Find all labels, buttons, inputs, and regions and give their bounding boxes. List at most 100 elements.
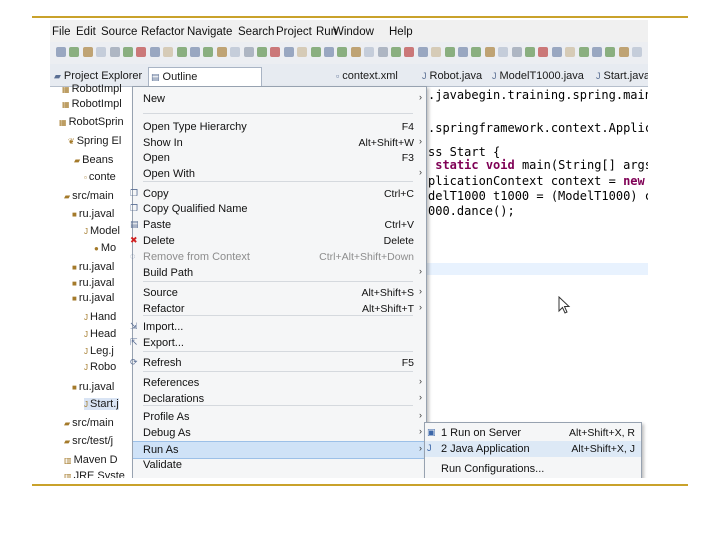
toolbar-button-icon[interactable] — [498, 47, 509, 57]
tree-item[interactable]: J Model — [84, 225, 120, 237]
toolbar-button-icon[interactable] — [431, 47, 442, 57]
toolbar-button-icon[interactable] — [511, 47, 522, 57]
tree-item[interactable]: ▰ src/main — [64, 417, 114, 429]
menu-item-refactor[interactable]: Refactor Alt+Shift+T › — [133, 301, 426, 317]
toolbar-button-icon[interactable] — [257, 47, 267, 57]
toolbar-button-icon[interactable] — [471, 47, 482, 57]
tab-outline[interactable]: ▤ Outline — [148, 67, 262, 86]
toolbar-button-icon[interactable] — [551, 47, 562, 57]
menu-project[interactable]: Project — [276, 26, 312, 38]
tree-item[interactable]: J Start.j — [84, 398, 119, 410]
toolbar-button-icon[interactable] — [109, 47, 120, 57]
menu-item-copy-qualified-name[interactable]: ❐ Copy Qualified Name — [130, 201, 426, 217]
tree-item[interactable]: J Hand — [84, 311, 116, 323]
toolbar-button-icon[interactable] — [484, 47, 495, 57]
toolbar-button-icon[interactable] — [391, 47, 401, 57]
menu-file[interactable]: File — [52, 26, 71, 38]
menu-item-profile-as[interactable]: Profile As › — [133, 409, 426, 425]
tree-item[interactable]: ▦ RobotSprin — [59, 116, 124, 128]
menu-item-open[interactable]: Open F3 — [133, 150, 426, 166]
submenu-item-1-run-on-server[interactable]: ▣ 1 Run on Server Alt+Shift+X, R — [425, 425, 641, 441]
menu-item-export[interactable]: ⇱ Export... — [130, 335, 426, 351]
tab-context-xml[interactable]: ▫ context.xml — [334, 67, 406, 85]
toolbar-button-icon[interactable] — [82, 47, 93, 57]
tree-item[interactable]: ■ ru.javal — [72, 381, 114, 393]
menu-search[interactable]: Search — [238, 26, 274, 38]
menu-edit[interactable]: Edit — [76, 26, 96, 38]
toolbar-button-icon[interactable] — [444, 47, 455, 57]
toolbar-button-icon[interactable] — [337, 47, 348, 57]
tree-item[interactable]: ▰ src/main — [64, 190, 114, 202]
menu-item-show-in[interactable]: Show In Alt+Shift+W › — [133, 135, 426, 151]
toolbar-button-icon[interactable] — [270, 47, 281, 57]
tree-item[interactable]: ▦ RobotImpl — [62, 83, 122, 95]
tree-item[interactable]: ■ ru.javal — [72, 208, 114, 220]
tree-item[interactable]: ▰ src/test/j — [64, 435, 113, 447]
menu-item-debug-as[interactable]: Debug As › — [133, 425, 426, 441]
toolbar-button-icon[interactable] — [136, 47, 147, 57]
toolbar-button-icon[interactable] — [377, 47, 388, 57]
tree-item[interactable]: ▥ Maven D — [64, 454, 118, 466]
menu-item-declarations[interactable]: Declarations › — [133, 391, 426, 407]
menu-item-new[interactable]: New › — [133, 91, 426, 107]
tree-item[interactable]: ● Mo — [94, 242, 116, 254]
tree-item[interactable]: ■ ru.javal — [72, 277, 114, 289]
toolbar-button-icon[interactable] — [525, 47, 535, 57]
menu-help[interactable]: Help — [389, 26, 413, 38]
toolbar-button-icon[interactable] — [283, 47, 294, 57]
menu-navigate[interactable]: Navigate — [187, 26, 232, 38]
toolbar-button-icon[interactable] — [605, 47, 616, 57]
menu-refactor[interactable]: Refactor — [141, 26, 184, 38]
menu-item-open-with[interactable]: Open With › — [133, 166, 426, 182]
toolbar-button-icon[interactable] — [176, 47, 187, 57]
menu-item-refresh[interactable]: ⟳ Refresh F5 — [130, 355, 426, 371]
toolbar-button-icon[interactable] — [216, 47, 227, 57]
toolbar-button-icon[interactable] — [592, 47, 602, 57]
toolbar-button-icon[interactable] — [163, 47, 174, 57]
toolbar-button-icon[interactable] — [350, 47, 361, 57]
toolbar-button-icon[interactable] — [230, 47, 241, 57]
toolbar-button-icon[interactable] — [69, 47, 80, 57]
toolbar-button-icon[interactable] — [538, 47, 549, 57]
toolbar-button-icon[interactable] — [149, 47, 160, 57]
menu-item-validate[interactable]: Validate — [133, 457, 426, 473]
menu-item-import[interactable]: ⇲ Import... — [130, 319, 426, 335]
tree-item[interactable]: ▫ conte — [84, 171, 116, 183]
toolbar-button-icon[interactable] — [565, 47, 576, 57]
toolbar-button-icon[interactable] — [578, 47, 589, 57]
toolbar-button-icon[interactable] — [56, 47, 66, 57]
toolbar-button-icon[interactable] — [364, 47, 375, 57]
menu-item-open-type-hierarchy[interactable]: Open Type Hierarchy F4 — [133, 119, 426, 135]
toolbar-button-icon[interactable] — [190, 47, 200, 57]
menu-item-build-path[interactable]: Build Path › — [133, 265, 426, 281]
menu-item-delete[interactable]: ✖ Delete Delete — [130, 233, 426, 249]
tab-modelt1000-java[interactable]: J ModelT1000.java — [490, 67, 588, 85]
menu-item-paste[interactable]: ▤ Paste Ctrl+V — [130, 217, 426, 233]
toolbar-button-icon[interactable] — [96, 47, 107, 57]
toolbar-button-icon[interactable] — [297, 47, 308, 57]
tree-item[interactable]: J Head — [84, 328, 116, 340]
tab-start-java[interactable]: J Start.java — [594, 67, 648, 85]
menu-item-source[interactable]: Source Alt+Shift+S › — [133, 285, 426, 301]
toolbar-button-icon[interactable] — [203, 47, 214, 57]
toolbar-button-icon[interactable] — [310, 47, 321, 57]
submenu-item-2-java-application[interactable]: J 2 Java Application Alt+Shift+X, J — [425, 441, 641, 457]
tree-item[interactable]: ▦ RobotImpl — [62, 98, 122, 110]
tree-item[interactable]: ■ ru.javal — [72, 292, 114, 304]
tree-item[interactable]: ▰ Beans — [74, 154, 113, 166]
tree-item[interactable]: J Leg.j — [84, 345, 114, 357]
menu-window[interactable]: Window — [333, 26, 374, 38]
toolbar-button-icon[interactable] — [324, 47, 334, 57]
toolbar-button-icon[interactable] — [123, 47, 133, 57]
tree-item[interactable]: ▥ JRE Syste — [64, 470, 125, 478]
toolbar-button-icon[interactable] — [404, 47, 415, 57]
menu-source[interactable]: Source — [101, 26, 137, 38]
menu-item-references[interactable]: References › — [133, 375, 426, 391]
tree-item[interactable]: ❦ Spring El — [68, 135, 121, 147]
toolbar-button-icon[interactable] — [618, 47, 629, 57]
toolbar-button-icon[interactable] — [458, 47, 468, 57]
tab-robot-java[interactable]: J Robot.java — [420, 67, 482, 85]
submenu-item-run-configurations[interactable]: Run Configurations... — [425, 461, 641, 477]
toolbar-button-icon[interactable] — [243, 47, 254, 57]
toolbar-button-icon[interactable] — [632, 47, 643, 57]
